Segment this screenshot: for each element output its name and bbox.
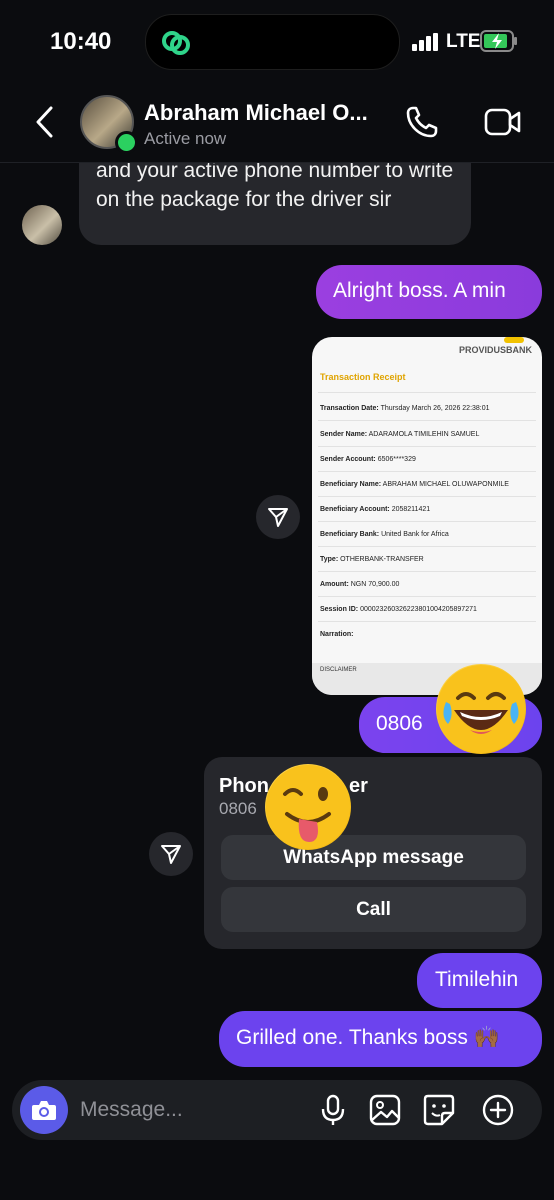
phone-card-number: 0806 [219, 799, 257, 818]
battery-charging-icon [480, 30, 517, 52]
receipt-row: Sender Account: 6506****329 [320, 456, 416, 463]
call-link-icon [162, 31, 190, 55]
receipt-divider [318, 471, 536, 472]
message-input[interactable]: Message... [80, 1098, 183, 1122]
online-status-dot [115, 131, 138, 154]
send-share-icon [268, 508, 288, 527]
receipt-divider [318, 546, 536, 547]
outgoing-message-text: Timilehin [435, 968, 519, 991]
outgoing-message-text: 0806 [376, 712, 423, 735]
presence-status: Active now [144, 129, 227, 148]
outgoing-message[interactable]: Grilled one. Thanks boss 🙌🏾 [219, 1011, 542, 1067]
receipt-bank-name: PROVIDUSBANK [458, 345, 532, 355]
microphone-icon[interactable] [316, 1093, 350, 1127]
outgoing-message[interactable]: Timilehin [417, 953, 542, 1008]
video-call-icon[interactable] [484, 107, 522, 137]
receipt-title: Transaction Receipt [320, 372, 406, 382]
receipt-row: Beneficiary Name: ABRAHAM MICHAEL OLUWAP… [320, 481, 509, 488]
receipt-row: Beneficiary Bank: United Bank for Africa [320, 531, 449, 538]
receipt-row: Narration: [320, 631, 354, 638]
camera-button[interactable] [20, 1086, 68, 1134]
bank-logo-mark [504, 337, 524, 343]
gallery-image-icon[interactable] [368, 1093, 402, 1127]
wink-tongue-emoji-icon [265, 764, 351, 850]
outgoing-message[interactable]: Alright boss. A min [316, 265, 542, 319]
receipt-row: Transaction Date: Thursday March 26, 202… [320, 405, 490, 412]
add-plus-icon[interactable] [481, 1093, 515, 1127]
share-button[interactable] [256, 495, 300, 539]
receipt-divider [318, 521, 536, 522]
receipt-disclaimer: DISCLAIMER [320, 667, 357, 673]
call-button[interactable]: Call [221, 887, 526, 932]
receipt-row: Session ID: 0000232603262238010042058972… [320, 606, 477, 613]
send-share-icon [161, 845, 181, 864]
outgoing-message-text: Grilled one. Thanks boss 🙌🏾 [236, 1026, 500, 1049]
message-composer[interactable]: Message... [12, 1080, 542, 1140]
signal-icon [412, 33, 438, 51]
outgoing-message-text: Alright boss. A min [333, 279, 506, 302]
status-bar: 10:40 LTE [0, 0, 554, 80]
receipt-image[interactable]: PROVIDUSBANK Transaction Receipt Transac… [312, 337, 542, 695]
status-time: 10:40 [50, 28, 112, 55]
receipt-divider [318, 621, 536, 622]
network-type: LTE [446, 31, 481, 52]
receipt-divider [318, 392, 536, 393]
receipt-row: Type: OTHERBANK-TRANSFER [320, 556, 424, 563]
incoming-message-text: and your active phone number to write on… [96, 162, 454, 211]
receipt-divider [318, 446, 536, 447]
sticker-icon[interactable] [422, 1093, 456, 1127]
receipt-row: Amount: NGN 70,900.00 [320, 581, 400, 588]
incoming-message[interactable]: and your active phone number to write on… [79, 162, 471, 245]
chat-header: Abraham Michael O... Active now [0, 80, 554, 163]
camera-icon [32, 1101, 56, 1120]
dynamic-island [145, 14, 400, 70]
share-button[interactable] [149, 832, 193, 876]
receipt-divider [318, 571, 536, 572]
whatsapp-message-button[interactable]: WhatsApp message [221, 835, 526, 880]
receipt-divider [318, 596, 536, 597]
receipt-row: Sender Name: ADARAMOLA TIMILEHIN SAMUEL [320, 431, 480, 438]
receipt-divider [318, 420, 536, 421]
contact-name[interactable]: Abraham Michael O... [144, 100, 368, 126]
receipt-row: Beneficiary Account: 2058211421 [320, 506, 431, 513]
phone-number-card[interactable]: Phon er 0806 WhatsApp message Call [204, 757, 542, 949]
receipt-divider [318, 496, 536, 497]
sender-avatar[interactable] [22, 205, 62, 245]
laughing-tears-emoji-icon [436, 664, 526, 754]
phone-call-icon[interactable] [405, 105, 439, 139]
message-list[interactable]: and your active phone number to write on… [0, 162, 554, 1080]
back-arrow-icon[interactable] [32, 105, 58, 139]
